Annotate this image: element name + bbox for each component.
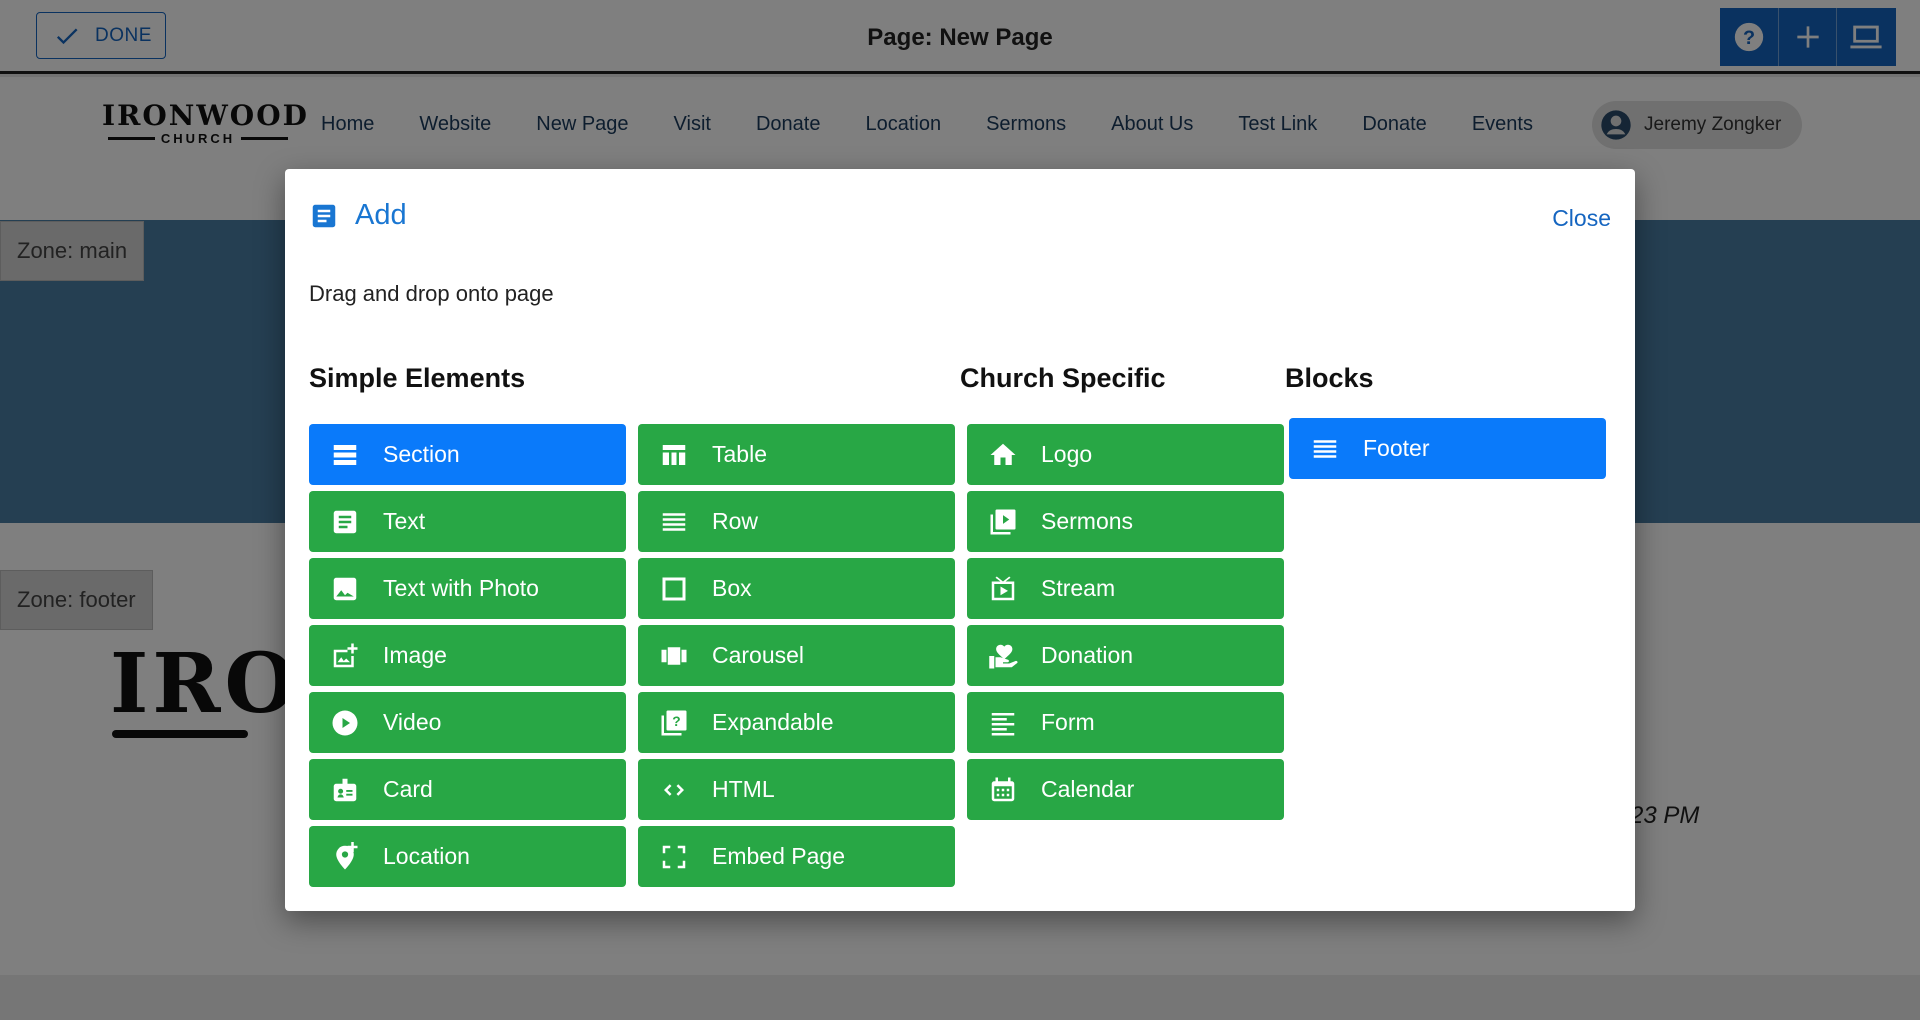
tile-label: Stream xyxy=(1041,575,1116,601)
add-stream-tile[interactable]: Stream xyxy=(967,558,1284,619)
box-icon xyxy=(658,573,690,605)
church-specific-heading: Church Specific xyxy=(960,363,1166,393)
close-button[interactable]: Close xyxy=(1552,205,1611,232)
code-icon xyxy=(658,774,690,806)
carousel-icon xyxy=(658,640,690,672)
tile-label: Table xyxy=(712,441,767,467)
text-icon xyxy=(329,506,361,538)
table-icon xyxy=(658,439,690,471)
dialog-title: Add xyxy=(355,199,407,231)
add-table-tile[interactable]: Table xyxy=(638,424,955,485)
add-footer-tile[interactable]: Footer xyxy=(1289,418,1606,479)
play-circle-icon xyxy=(329,707,361,739)
add-section-tile[interactable]: Section xyxy=(309,424,626,485)
add-location-icon xyxy=(329,841,361,873)
add-carousel-tile[interactable]: Carousel xyxy=(638,625,955,686)
tile-label: HTML xyxy=(712,776,775,802)
tile-label: Calendar xyxy=(1041,776,1135,802)
tile-label: Embed Page xyxy=(712,843,845,869)
tile-label: Logo xyxy=(1041,441,1093,467)
tile-label: Expandable xyxy=(712,709,834,735)
add-row-tile[interactable]: Row xyxy=(638,491,955,552)
tile-label: Video xyxy=(383,709,442,735)
add-form-tile[interactable]: Form xyxy=(967,692,1284,753)
add-box-tile[interactable]: Box xyxy=(638,558,955,619)
tile-label: Text xyxy=(383,508,426,534)
video-library-icon xyxy=(987,506,1019,538)
home-icon xyxy=(987,439,1019,471)
row-icon xyxy=(658,506,690,538)
blocks-heading: Blocks xyxy=(1285,363,1374,393)
add-text-with-photo-tile[interactable]: Text with Photo xyxy=(309,558,626,619)
add-element-dialog: Add Close Drag and drop onto page Simple… xyxy=(285,169,1635,911)
dialog-hint: Drag and drop onto page xyxy=(309,281,554,306)
section-icon xyxy=(329,439,361,471)
add-location-tile[interactable]: Location xyxy=(309,826,626,887)
add-html-tile[interactable]: HTML xyxy=(638,759,955,820)
live-tv-icon xyxy=(987,573,1019,605)
tile-label: Row xyxy=(712,508,759,534)
volunteer-icon xyxy=(987,640,1019,672)
tile-label: Carousel xyxy=(712,642,805,668)
add-photo-icon xyxy=(329,640,361,672)
tile-label: Form xyxy=(1041,709,1095,735)
add-embed-page-tile[interactable]: Embed Page xyxy=(638,826,955,887)
fullscreen-icon xyxy=(658,841,690,873)
simple-elements-heading: Simple Elements xyxy=(309,363,526,393)
badge-icon xyxy=(329,774,361,806)
add-image-tile[interactable]: Image xyxy=(309,625,626,686)
calendar-icon xyxy=(987,774,1019,806)
tile-label: Sermons xyxy=(1041,508,1134,534)
add-logo-tile[interactable]: Logo xyxy=(967,424,1284,485)
footer-icon xyxy=(1309,433,1341,465)
tile-label: Text with Photo xyxy=(383,575,539,601)
add-calendar-tile[interactable]: Calendar xyxy=(967,759,1284,820)
svg-text:?: ? xyxy=(672,714,680,729)
add-sermons-tile[interactable]: Sermons xyxy=(967,491,1284,552)
tile-label: Location xyxy=(383,843,470,869)
add-text-tile[interactable]: Text xyxy=(309,491,626,552)
add-expandable-tile[interactable]: ? Expandable xyxy=(638,692,955,753)
tile-label: Donation xyxy=(1041,642,1134,668)
tile-label: Card xyxy=(383,776,433,802)
dialog-header: Add xyxy=(309,199,407,232)
tile-label: Section xyxy=(383,441,460,467)
article-icon xyxy=(312,204,336,227)
add-donation-tile[interactable]: Donation xyxy=(967,625,1284,686)
expandable-icon: ? xyxy=(658,707,690,739)
tile-label: Image xyxy=(383,642,447,668)
add-card-tile[interactable]: Card xyxy=(309,759,626,820)
tile-label: Footer xyxy=(1363,435,1430,461)
add-video-tile[interactable]: Video xyxy=(309,692,626,753)
form-icon xyxy=(987,707,1019,739)
tile-label: Box xyxy=(712,575,752,601)
photo-icon xyxy=(329,573,361,605)
